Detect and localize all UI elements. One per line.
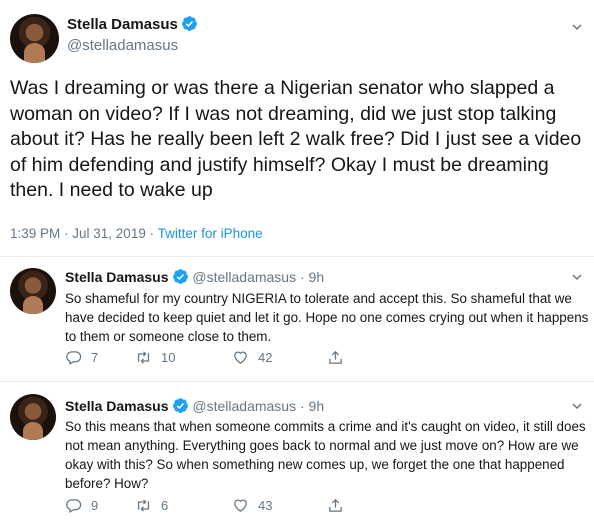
retweet-count: 10 <box>161 350 176 365</box>
like-count: 43 <box>258 498 273 513</box>
heart-icon <box>234 351 247 364</box>
share-icon <box>329 350 342 364</box>
like-count: 42 <box>258 350 273 365</box>
avatar[interactable] <box>10 394 56 440</box>
retweet-icon <box>137 351 150 364</box>
tweet-text: Was I dreaming or was there a Nigerian s… <box>10 77 582 201</box>
reply-time[interactable]: · 9h <box>300 398 324 414</box>
author-name[interactable]: Stella Damasus <box>67 16 178 33</box>
reply-text: So shameful for my country NIGERIA to to… <box>65 291 589 344</box>
verified-badge-icon <box>172 269 188 284</box>
reply-header: Stella Damasus @stelladamasus · 9h <box>65 268 324 285</box>
tweet-source-link[interactable]: Twitter for iPhone <box>158 226 263 241</box>
reply-header: Stella Damasus @stelladamasus · 9h <box>65 397 324 414</box>
heart-icon <box>234 499 247 512</box>
reply-button[interactable]: 9 <box>65 497 135 514</box>
verified-badge-icon <box>181 16 197 31</box>
share-icon <box>329 498 342 512</box>
tweet-timestamp[interactable]: 1:39 PM · Jul 31, 2019 · <box>10 226 158 241</box>
chevron-down-icon[interactable] <box>572 272 582 282</box>
reply-actions: 7 10 42 <box>65 349 353 366</box>
chevron-down-icon[interactable] <box>572 22 582 32</box>
reply-count: 7 <box>91 350 99 365</box>
reply-time[interactable]: · 9h <box>300 269 324 285</box>
reply-icon <box>66 499 82 514</box>
divider <box>0 381 594 382</box>
like-button[interactable]: 43 <box>232 497 327 514</box>
retweet-button[interactable]: 10 <box>135 349 232 366</box>
chevron-down-icon[interactable] <box>572 401 582 411</box>
retweet-button[interactable]: 6 <box>135 497 232 514</box>
reply-count: 9 <box>91 498 99 513</box>
verified-badge-icon <box>172 398 188 413</box>
retweet-count: 6 <box>161 498 169 513</box>
author-handle[interactable]: @stelladamasus <box>67 37 178 54</box>
avatar[interactable] <box>10 14 59 63</box>
author-handle[interactable]: @stelladamasus <box>192 269 296 285</box>
reply-button[interactable]: 7 <box>65 349 135 366</box>
tweet-meta: 1:39 PM · Jul 31, 2019 · Twitter for iPh… <box>10 226 263 241</box>
author-name-row[interactable]: Stella Damasus <box>67 15 198 34</box>
share-button[interactable] <box>327 349 353 366</box>
share-button[interactable] <box>327 497 353 514</box>
retweet-icon <box>137 499 150 512</box>
avatar[interactable] <box>10 268 56 314</box>
like-button[interactable]: 42 <box>232 349 327 366</box>
author-handle[interactable]: @stelladamasus <box>192 398 296 414</box>
reply-text: So this means that when someone commits … <box>65 419 586 491</box>
reply-actions: 9 6 43 <box>65 497 353 514</box>
author-name[interactable]: Stella Damasus <box>65 398 169 414</box>
author-name[interactable]: Stella Damasus <box>65 269 169 285</box>
divider <box>0 256 594 257</box>
reply-icon <box>66 351 82 366</box>
